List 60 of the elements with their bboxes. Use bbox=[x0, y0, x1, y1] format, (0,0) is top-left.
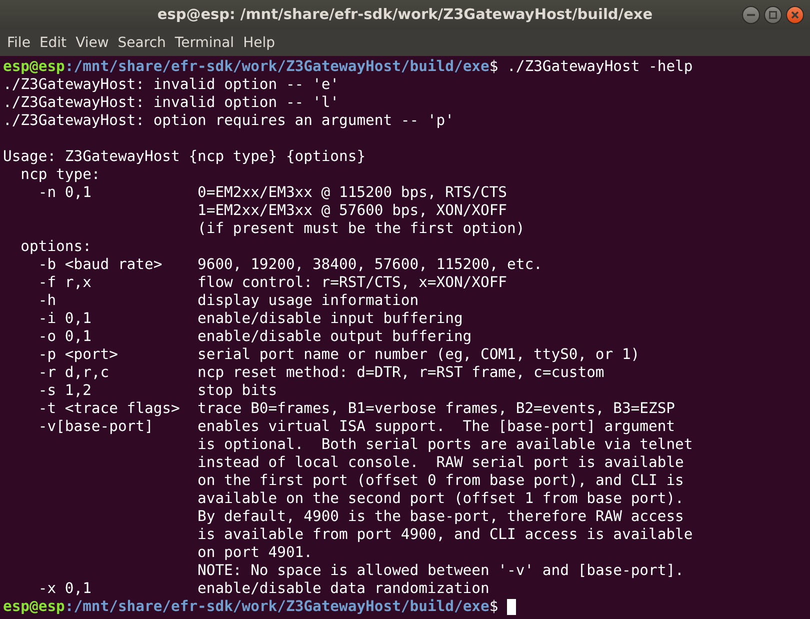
option-name: -o 0,1 bbox=[38, 328, 92, 345]
close-button[interactable] bbox=[786, 6, 804, 24]
option-name: -r d,r,c bbox=[38, 364, 110, 381]
option-description: available on the second port (offset 1 from base port). bbox=[198, 490, 684, 508]
option-description: trace B0=frames, B1=verbose frames, B2=events, B3=EZSP bbox=[198, 400, 676, 418]
section-heading: ncp type: bbox=[20, 166, 100, 184]
option-description: is optional. Both serial ports are available via telnet bbox=[198, 436, 693, 454]
menu-item[interactable]: Terminal bbox=[170, 31, 238, 55]
option-description: on port 4901. bbox=[198, 544, 312, 562]
section-heading: options: bbox=[20, 238, 92, 256]
option-name: -i 0,1 bbox=[38, 310, 92, 327]
option-name: -x 0,1 bbox=[38, 580, 92, 597]
option-description: ncp reset method: d=DTR, r=RST frame, c=custom bbox=[198, 364, 604, 382]
option-name: -v[base-port] bbox=[38, 418, 154, 435]
option-description: enables virtual ISA support. The [base-port] argument bbox=[198, 418, 676, 436]
menu-item[interactable]: View bbox=[72, 31, 113, 55]
option-description: 1=EM2xx/EM3xx @ 57600 bps, XON/XOFF bbox=[198, 202, 508, 220]
maximize-icon bbox=[769, 11, 777, 19]
minimize-icon bbox=[747, 11, 755, 19]
option-description: 9600, 19200, 38400, 57600, 115200, etc. bbox=[198, 256, 542, 274]
option-description: is available from port 4900, and CLI access is available bbox=[198, 526, 693, 544]
output-text: ./Z3GatewayHost: option requires an argument -- 'p' bbox=[3, 112, 454, 130]
option-description: display usage information bbox=[198, 292, 419, 310]
prompt-path: :/mnt/share/efr-sdk/work/Z3GatewayHost/build/exe bbox=[64, 58, 490, 76]
prompt-symbol: $ bbox=[489, 58, 498, 76]
option-description: (if present must be the first option) bbox=[198, 220, 525, 238]
prompt-user: esp@esp bbox=[3, 58, 65, 76]
menu-item[interactable]: File bbox=[3, 31, 34, 55]
option-name: -s 1,2 bbox=[38, 382, 92, 399]
menu-item[interactable]: Edit bbox=[35, 31, 71, 55]
output-text: ./Z3GatewayHost: invalid option -- 'l' bbox=[3, 94, 340, 112]
option-description: By default, 4900 is the base-port, therefore RAW access bbox=[198, 508, 684, 526]
command-text: ./Z3GatewayHost -help bbox=[506, 58, 693, 76]
option-description: 0=EM2xx/EM3xx @ 115200 bps, RTS/CTS bbox=[198, 184, 508, 202]
close-icon bbox=[791, 11, 799, 19]
option-description: on the first port (offset 0 from base port), and CLI is bbox=[198, 472, 684, 490]
option-description: instead of local console. RAW serial port is available bbox=[198, 454, 684, 472]
menu-item[interactable]: Help bbox=[239, 31, 279, 55]
option-name: -t <trace flags> bbox=[38, 400, 180, 417]
prompt-user: esp@esp bbox=[3, 598, 65, 616]
option-description: flow control: r=RST/CTS, x=XON/XOFF bbox=[198, 274, 508, 292]
output-text: ./Z3GatewayHost: invalid option -- 'e' bbox=[3, 76, 340, 94]
prompt-path: :/mnt/share/efr-sdk/work/Z3GatewayHost/build/exe bbox=[64, 598, 490, 616]
minimize-button[interactable] bbox=[742, 6, 760, 24]
option-name: -h bbox=[38, 292, 56, 309]
option-description: serial port name or number (eg, COM1, ttyS0, or 1) bbox=[198, 346, 640, 364]
maximize-button[interactable] bbox=[764, 6, 782, 24]
window-title: esp@esp: /mnt/share/efr-sdk/work/Z3GatewayHost/build/exe bbox=[157, 7, 653, 23]
prompt-symbol: $ bbox=[489, 598, 498, 616]
option-description: NOTE: No space is allowed between '-v' and [base-port]. bbox=[198, 562, 684, 580]
option-description: enable/disable output buffering bbox=[198, 328, 472, 346]
option-name: -b <baud rate> bbox=[38, 256, 162, 273]
option-name: -p <port> bbox=[38, 346, 118, 363]
option-description: enable/disable input buffering bbox=[198, 310, 463, 328]
option-name: -n 0,1 bbox=[38, 184, 92, 201]
option-name: -f r,x bbox=[38, 274, 92, 291]
output-text: Usage: Z3GatewayHost {ncp type} {options} bbox=[3, 148, 366, 166]
option-description: enable/disable data randomization bbox=[198, 580, 490, 598]
menu-item[interactable]: Search bbox=[114, 31, 170, 55]
option-description: stop bits bbox=[198, 382, 278, 400]
